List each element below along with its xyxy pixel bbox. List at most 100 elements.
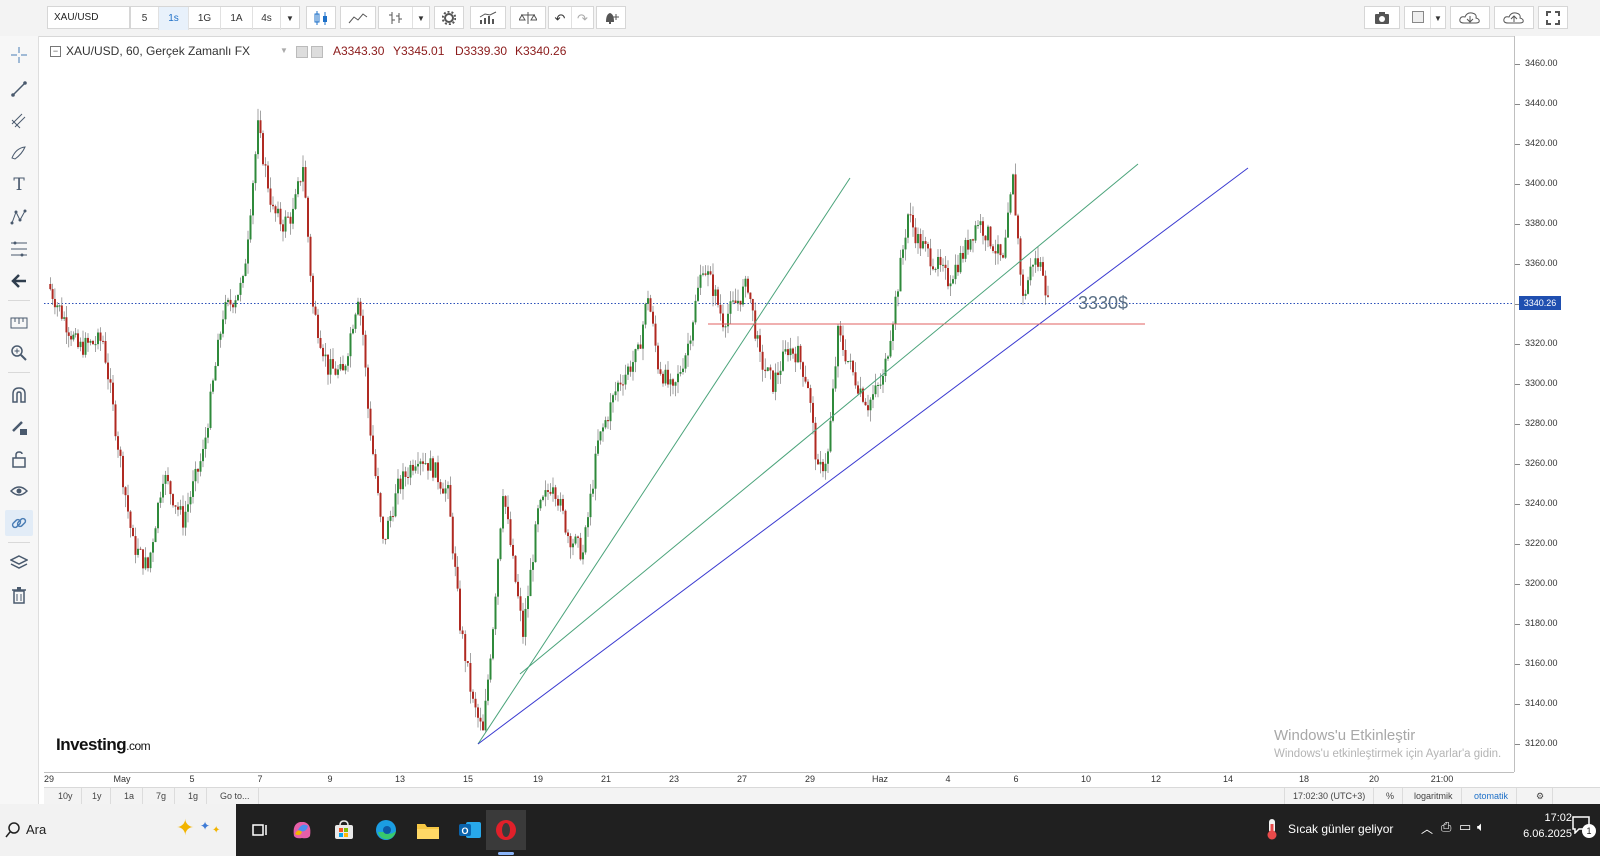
price-annotation[interactable]: 3330$: [1078, 293, 1128, 314]
candle-body: [747, 278, 749, 293]
save-layout-button[interactable]: [1494, 6, 1534, 29]
layout-button[interactable]: [1405, 7, 1431, 28]
candle-body: [544, 490, 547, 497]
candle-body: [214, 365, 217, 381]
sync-drawings-tool[interactable]: [5, 510, 33, 536]
trend-line-tool[interactable]: [5, 76, 33, 102]
taskbar-search[interactable]: Ara ✦ ✦ ✦: [0, 804, 236, 856]
file-explorer-app[interactable]: [408, 810, 448, 850]
price-tick-label: 3200.00: [1525, 578, 1558, 588]
log-toggle[interactable]: logaritmik: [1406, 788, 1462, 805]
store-icon: [335, 820, 353, 839]
volume-icon[interactable]: 🔈︎: [1477, 819, 1485, 835]
go-to-date[interactable]: Go to...: [212, 788, 259, 805]
measure-tool[interactable]: [5, 308, 33, 334]
candle-body: [132, 527, 134, 537]
timezone-clock[interactable]: 17:02:30 (UTC+3): [1284, 788, 1375, 805]
interval-1s[interactable]: 1s: [159, 7, 189, 30]
candle-body: [542, 496, 544, 500]
legend-close-icon[interactable]: [311, 46, 323, 58]
legend-dropdown-icon[interactable]: ▼: [280, 46, 288, 55]
stay-drawing-tool[interactable]: [5, 414, 33, 440]
percent-toggle[interactable]: %: [1378, 788, 1404, 805]
settings-button[interactable]: [434, 6, 464, 29]
price-axis[interactable]: 3460.00 3440.00 3420.00 3400.00 3380.00 3360.…: [1514, 36, 1600, 772]
line-chart-button[interactable]: [340, 6, 376, 29]
copilot-app[interactable]: [282, 810, 322, 850]
candle-body: [624, 374, 627, 385]
symbol-search[interactable]: XAU/USD: [47, 6, 130, 29]
time-tick-label: 13: [394, 774, 406, 784]
tray-overflow-icon[interactable]: ︿: [1421, 820, 1433, 837]
weather-widget[interactable]: Sıcak günler geliyor: [1264, 804, 1414, 856]
magnet-tool[interactable]: [5, 382, 33, 408]
candle-body: [504, 496, 507, 507]
brush-tool[interactable]: [5, 140, 33, 166]
interval-5[interactable]: 5: [131, 7, 159, 30]
eye-icon: [10, 486, 28, 496]
task-view-button[interactable]: [240, 810, 280, 850]
edge-icon: [376, 820, 396, 840]
undo-button[interactable]: ↶: [549, 7, 572, 28]
interval-1g[interactable]: 1G: [189, 7, 221, 30]
fullscreen-button[interactable]: [1538, 6, 1568, 29]
axis-settings-button[interactable]: ⚙: [1528, 788, 1554, 805]
alert-button[interactable]: [596, 6, 626, 29]
pitchfork-tool[interactable]: [5, 108, 33, 134]
candle-body: [607, 420, 609, 422]
outlook-app[interactable]: O: [450, 810, 490, 850]
notification-button[interactable]: 1: [1572, 816, 1596, 842]
remove-drawings-tool[interactable]: [5, 582, 33, 608]
fib-tool[interactable]: [5, 236, 33, 262]
candles-button[interactable]: [306, 6, 336, 29]
lock-tool[interactable]: [5, 446, 33, 472]
time-tick-label: 9: [327, 774, 333, 784]
candle-body: [187, 504, 189, 512]
monitor-icon[interactable]: ▭: [1459, 819, 1471, 835]
edge-app[interactable]: [366, 810, 406, 850]
candle-body: [829, 420, 832, 452]
candle-body: [1004, 237, 1007, 258]
time-tick-label: 27: [736, 774, 748, 784]
candle-body: [224, 302, 227, 320]
interval-4s[interactable]: 4s: [253, 7, 281, 30]
range-7g[interactable]: 7g: [148, 788, 176, 805]
price-tick-mark: [1515, 64, 1520, 65]
layout-dropdown[interactable]: ▼: [1431, 7, 1445, 28]
candle-body: [464, 634, 467, 662]
interval-dropdown[interactable]: ▼: [281, 7, 299, 30]
back-tool[interactable]: [5, 268, 33, 294]
auto-toggle[interactable]: otomatik: [1466, 788, 1518, 805]
load-layout-button[interactable]: [1450, 6, 1490, 29]
interval-1a[interactable]: 1A: [221, 7, 253, 30]
candle-body: [377, 476, 379, 494]
sparkle-icon: ✦: [176, 815, 195, 840]
zoom-in-tool[interactable]: [5, 340, 33, 366]
range-1y[interactable]: 1y: [84, 788, 111, 805]
crosshair-tool[interactable]: [5, 42, 33, 68]
candle-body: [552, 487, 554, 494]
hide-drawings-tool[interactable]: [5, 478, 33, 504]
candle-body: [567, 532, 569, 537]
network-icon[interactable]: ⎙: [1441, 819, 1451, 835]
clock[interactable]: 17:02 6.06.2025: [1500, 810, 1572, 850]
range-1a[interactable]: 1a: [116, 788, 144, 805]
text-tool[interactable]: T: [5, 172, 33, 198]
indicators-button[interactable]: [470, 6, 506, 29]
object-tree-tool[interactable]: [5, 550, 33, 576]
redo-button[interactable]: ↷: [572, 7, 593, 28]
legend-collapse-icon[interactable]: −: [50, 46, 61, 57]
price-chart[interactable]: [44, 36, 1514, 772]
range-10y[interactable]: 10y: [50, 788, 82, 805]
screenshot-button[interactable]: [1364, 6, 1400, 29]
pattern-tool[interactable]: [5, 204, 33, 230]
chart-area[interactable]: − XAU/USD, 60, Gerçek Zamanlı FX ▼ A3343…: [44, 36, 1600, 820]
bar-chart-button[interactable]: [379, 7, 413, 28]
range-1g[interactable]: 1g: [180, 788, 208, 805]
store-app[interactable]: [324, 810, 364, 850]
bar-type-dropdown[interactable]: ▼: [413, 7, 429, 28]
compare-button[interactable]: [510, 6, 546, 29]
time-axis[interactable]: 29 May 5 7 9 13 15 19 21 23 27 29 Haz 4 6 10 12 14 18 20 21:…: [44, 772, 1514, 788]
legend-settings-icon[interactable]: [296, 46, 308, 58]
opera-app[interactable]: [486, 810, 526, 850]
